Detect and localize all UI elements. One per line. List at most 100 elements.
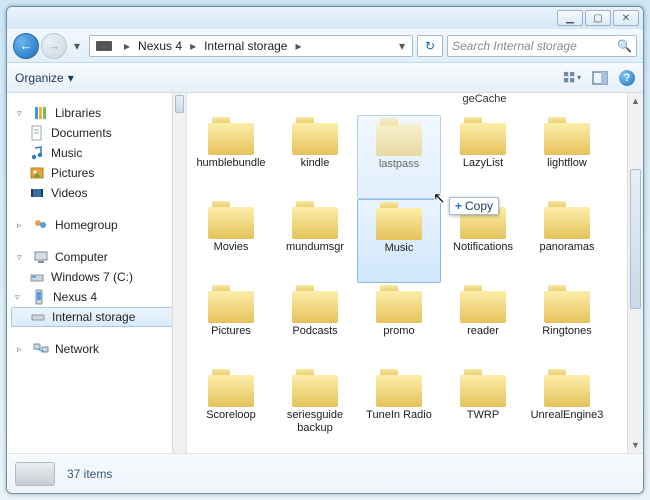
folder-item[interactable]: Music <box>357 199 441 283</box>
folder-icon <box>292 201 338 239</box>
folder-item[interactable]: seriesguide backup <box>273 367 357 451</box>
scrollbar-thumb[interactable] <box>630 169 641 309</box>
titlebar: ▁ ▢ ✕ <box>7 7 643 29</box>
sidebar-item-libraries[interactable]: ▿ Libraries <box>7 103 186 123</box>
sidebar-item-nexus4[interactable]: ▿ Nexus 4 <box>7 287 186 307</box>
sidebar-item-pictures[interactable]: Pictures <box>7 163 186 183</box>
folder-item[interactable]: Movies <box>189 199 273 283</box>
navigation-pane: ▿ Libraries Documents Music Pictures Vid… <box>7 93 187 453</box>
preview-pane-button[interactable] <box>591 69 609 87</box>
breadcrumb[interactable]: ▸ Nexus 4 ▸ Internal storage ▸ ▾ <box>89 35 413 57</box>
folder-item[interactable]: Ringtones <box>525 283 609 367</box>
status-bar: 37 items <box>7 453 643 493</box>
pictures-icon <box>29 165 45 181</box>
scrollbar-track[interactable] <box>628 109 643 437</box>
sidebar-item-computer[interactable]: ▿ Computer <box>7 247 186 267</box>
chevron-down-icon: ▿ <box>17 252 27 263</box>
organize-menu[interactable]: Organize ▾ <box>15 71 74 85</box>
search-input[interactable]: Search Internal storage 🔍 <box>447 35 637 57</box>
drive-icon <box>29 269 45 285</box>
chevron-right-icon: ▸ <box>120 39 134 53</box>
plus-icon: + <box>455 199 462 213</box>
chevron-right-icon: ▹ <box>17 344 27 355</box>
folder-item[interactable]: kindle <box>273 115 357 199</box>
toolbar: Organize ▾ ▾ ? <box>7 63 643 93</box>
folder-label: Pictures <box>211 325 251 338</box>
sidebar-item-label: Videos <box>51 186 87 200</box>
sidebar-item-label: Music <box>51 146 82 160</box>
drag-tooltip-label: Copy <box>465 199 493 213</box>
help-button[interactable]: ? <box>619 70 635 86</box>
history-dropdown[interactable]: ▾ <box>69 39 85 53</box>
status-text: 37 items <box>67 467 112 481</box>
sidebar-item-internal-storage[interactable]: Internal storage <box>11 307 182 327</box>
sidebar-item-drive-c[interactable]: Windows 7 (C:) <box>7 267 186 287</box>
folder-label: geCache <box>462 93 506 113</box>
folder-item[interactable]: humblebundle <box>189 115 273 199</box>
folder-item[interactable]: promo <box>357 283 441 367</box>
folder-icon <box>544 285 590 323</box>
storage-icon <box>15 462 55 486</box>
sidebar-item-videos[interactable]: Videos <box>7 183 186 203</box>
chevron-right-icon: ▸ <box>186 39 200 53</box>
folder-item[interactable]: Pictures <box>189 283 273 367</box>
minimize-button[interactable]: ▁ <box>557 10 583 26</box>
sidebar-item-music[interactable]: Music <box>7 143 186 163</box>
folder-item[interactable]: lightflow <box>525 115 609 199</box>
folder-item[interactable]: Podcasts <box>273 283 357 367</box>
maximize-button[interactable]: ▢ <box>585 10 611 26</box>
folder-label: kindle <box>301 157 330 170</box>
folder-icon <box>376 118 422 156</box>
refresh-button[interactable]: ↻ <box>417 35 443 57</box>
folder-item[interactable]: panoramas <box>525 199 609 283</box>
folder-label: TuneIn Radio <box>366 409 432 422</box>
sidebar-item-label: Nexus 4 <box>53 290 97 304</box>
organize-label: Organize <box>15 71 64 85</box>
folder-item[interactable]: TuneIn Radio <box>357 367 441 451</box>
folder-item[interactable]: lastpass <box>357 115 441 199</box>
network-icon <box>33 341 49 357</box>
sidebar-item-homegroup[interactable]: ▹ Homegroup <box>7 215 186 235</box>
scroll-up-button[interactable]: ▲ <box>628 93 643 109</box>
folder-label: humblebundle <box>196 157 265 170</box>
folder-item[interactable]: reader <box>441 283 525 367</box>
folder-label: lastpass <box>379 158 419 171</box>
folder-icon <box>376 369 422 407</box>
folder-label: Scoreloop <box>206 409 256 422</box>
sidebar-scrollbar[interactable] <box>172 93 186 453</box>
folder-icon <box>544 369 590 407</box>
breadcrumb-segment[interactable]: Internal storage <box>200 36 291 56</box>
navigation-bar: ← → ▾ ▸ Nexus 4 ▸ Internal storage ▸ ▾ ↻… <box>7 29 643 63</box>
folder-item[interactable]: Scoreloop <box>189 367 273 451</box>
content-pane: geCache humblebundle kindle lastpass LazyLi… <box>187 93 643 453</box>
scrollbar-thumb[interactable] <box>175 95 184 113</box>
sidebar-item-label: Pictures <box>51 166 94 180</box>
folder-label: Music <box>385 242 414 255</box>
folder-label: reader <box>467 325 499 338</box>
folder-icon <box>208 285 254 323</box>
folder-item[interactable]: UnrealEngine3 <box>525 367 609 451</box>
drag-tooltip: + Copy <box>449 197 499 215</box>
folder-icon <box>292 285 338 323</box>
folder-item[interactable]: mundumsgr <box>273 199 357 283</box>
sidebar-item-documents[interactable]: Documents <box>7 123 186 143</box>
explorer-window: ▁ ▢ ✕ ← → ▾ ▸ Nexus 4 ▸ Internal storage… <box>6 6 644 494</box>
folder-item[interactable]: LazyList <box>441 115 525 199</box>
folder-label: panoramas <box>539 241 594 254</box>
folder-label: Notifications <box>453 241 513 254</box>
breadcrumb-dropdown[interactable]: ▾ <box>394 39 410 53</box>
content-scrollbar[interactable]: ▲ ▼ <box>627 93 643 453</box>
close-button[interactable]: ✕ <box>613 10 639 26</box>
sidebar-item-network[interactable]: ▹ Network <box>7 339 186 359</box>
explorer-body: ▿ Libraries Documents Music Pictures Vid… <box>7 93 643 453</box>
folder-item[interactable]: TWRP <box>441 367 525 451</box>
scroll-down-button[interactable]: ▼ <box>628 437 643 453</box>
document-icon <box>29 125 45 141</box>
view-options-button[interactable]: ▾ <box>563 69 581 87</box>
sidebar-item-label: Computer <box>55 250 108 264</box>
back-button[interactable]: ← <box>13 33 39 59</box>
breadcrumb-segment[interactable]: Nexus 4 <box>134 36 186 56</box>
forward-button[interactable]: → <box>41 33 67 59</box>
folder-grid[interactable]: humblebundle kindle lastpass LazyList lightf… <box>187 111 627 453</box>
folder-label: lightflow <box>547 157 587 170</box>
